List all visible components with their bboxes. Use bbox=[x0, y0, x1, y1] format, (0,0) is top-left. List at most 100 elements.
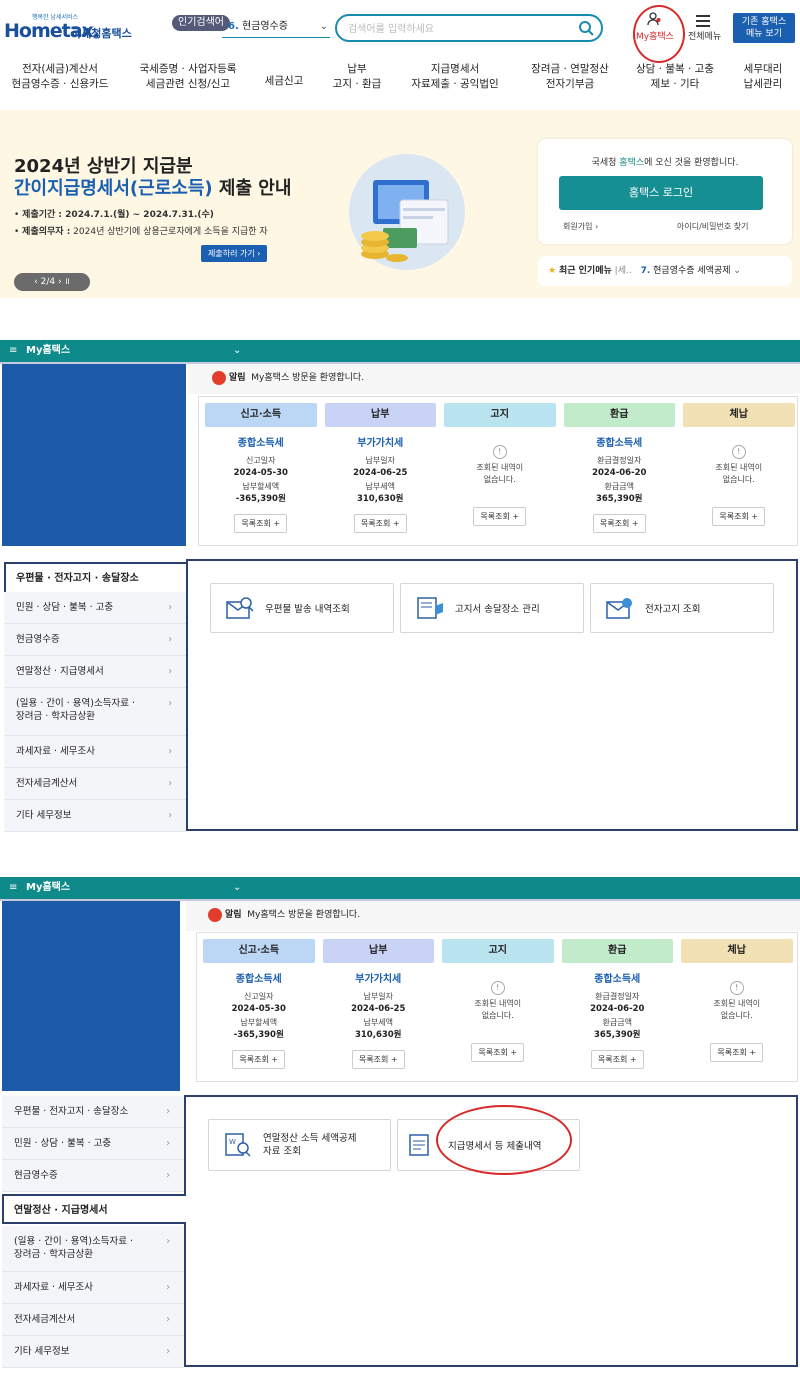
sidebar-item-label: 우편물 · 전자고지 · 송달장소 bbox=[14, 1106, 129, 1117]
my-hometax-bar[interactable]: ≡ My홈택스 ⌄ bbox=[0, 340, 800, 362]
sidebar-item-label: 연말정산 · 지급명세서 bbox=[16, 666, 104, 677]
summary-button-wrap: 목록조회 + bbox=[321, 511, 441, 533]
my-hometax-link[interactable]: My홈택스 bbox=[636, 29, 674, 42]
list-view-button[interactable]: 목록조회 + bbox=[712, 507, 766, 526]
summary-column-header: 고지 bbox=[442, 939, 554, 963]
notice-label: 알림 bbox=[229, 373, 246, 383]
nav-label-1: 지급명세서 bbox=[430, 63, 480, 75]
nav-item-incentive[interactable]: 장려금 · 연말정산 전자기부금 bbox=[522, 62, 618, 92]
popular-search-select[interactable]: 6. 현금영수증 ⌄ bbox=[222, 16, 330, 38]
nav-label-2: 제보 · 기타 bbox=[650, 78, 700, 90]
summary-button-wrap: 목록조회 + bbox=[199, 1047, 319, 1069]
list-view-button[interactable]: 목록조회 + bbox=[351, 1050, 405, 1069]
summary-date-value: 2024-06-25 bbox=[351, 1004, 406, 1014]
nav-item-tax-agent[interactable]: 세무대리 납세관리 bbox=[732, 62, 794, 92]
list-view-button[interactable]: 목록조회 + bbox=[234, 514, 288, 533]
star-icon: ★ bbox=[548, 266, 557, 276]
sidebar-active-postal[interactable]: 우편물 · 전자고지 · 송달장소 bbox=[4, 562, 186, 592]
hamburger-icon[interactable]: ≡ bbox=[9, 340, 17, 362]
banner-pager[interactable]: ‹ 2/4 › ॥ bbox=[14, 273, 90, 291]
banner-duty: • 제출의무자 : 2024년 상반기에 상용근로자에게 소득을 지급한 자 bbox=[14, 227, 268, 237]
search-icon[interactable] bbox=[578, 20, 594, 36]
hometax-login-button[interactable]: 홈택스 로그인 bbox=[559, 176, 763, 210]
recent-popular-menu[interactable]: ★ 최근 인기메뉴 |세.. 7. 현금영수증 세액공제 ⌄ bbox=[538, 256, 792, 286]
user-icon[interactable] bbox=[647, 12, 661, 26]
chevron-right-icon: › bbox=[166, 1314, 170, 1325]
summary-empty-line1: 조회된 내역이 bbox=[476, 463, 524, 472]
megaphone-icon bbox=[212, 370, 226, 385]
card-e-notice[interactable]: 전자고지 조회 bbox=[590, 583, 774, 633]
sidebar-item[interactable]: 전자세금계산서 › bbox=[4, 768, 186, 800]
sidebar-item-label: 민원 · 상담 · 불복 · 고충 bbox=[16, 602, 114, 613]
sidebar-item[interactable]: 민원 · 상담 · 불복 · 고충 › bbox=[4, 592, 186, 624]
notice-text: My홈택스 방문을 환영합니다. bbox=[247, 910, 361, 920]
list-view-button[interactable]: 목록조회 + bbox=[471, 1043, 525, 1062]
summary-amount-label: 환급금액 bbox=[604, 482, 634, 491]
nav-item-certificate[interactable]: 국세증명 · 사업자등록 세금관련 신청/신고 bbox=[133, 62, 243, 92]
nav-item-payment-statement[interactable]: 지급명세서 자료제출 · 공익법인 bbox=[405, 62, 505, 92]
summary-tax-type: 종합소득세 bbox=[594, 974, 641, 985]
list-view-button[interactable]: 목록조회 + bbox=[232, 1050, 286, 1069]
notice: 알림 My홈택스 방문을 환영합니다. bbox=[212, 370, 364, 385]
summary-amount-value: 310,630원 bbox=[354, 1030, 402, 1040]
old-hometax-menu-button[interactable]: 기존 홈택스 메뉴 보기 bbox=[733, 13, 795, 43]
nav-item-e-invoice[interactable]: 전자(세금)계산서 현금영수증 · 신용카드 bbox=[10, 62, 110, 92]
summary-column-header: 체납 bbox=[683, 403, 795, 427]
find-id-password-link[interactable]: 아이디/비밀번호 찾기 bbox=[677, 221, 748, 232]
popular-search-term: 현금영수증 bbox=[241, 21, 288, 32]
sidebar-item[interactable]: 기타 세무정보 › bbox=[2, 1336, 184, 1368]
chevron-down-icon[interactable]: ⌄ bbox=[233, 340, 241, 362]
sidebar-item[interactable]: 과세자료 · 세무조사 › bbox=[2, 1272, 184, 1304]
nav-label-2: 세금관련 신청/신고 bbox=[145, 78, 231, 90]
list-view-button[interactable]: 목록조회 + bbox=[710, 1043, 764, 1062]
sidebar-item[interactable]: 연말정산 · 지급명세서 › bbox=[4, 656, 186, 688]
chevron-down-icon[interactable]: ⌄ bbox=[233, 877, 241, 899]
blurred-profile bbox=[2, 901, 180, 1091]
sidebar-item[interactable]: 민원 · 상담 · 불복 · 고충 › bbox=[2, 1128, 184, 1160]
list-view-button[interactable]: 목록조회 + bbox=[473, 507, 527, 526]
summary-date-value: 2024-06-20 bbox=[590, 1004, 645, 1014]
sidebar-item[interactable]: 전자세금계산서 › bbox=[2, 1304, 184, 1336]
card-year-end-deduction[interactable]: W 연말정산 소득 세액공제 자료 조회 bbox=[208, 1119, 391, 1171]
nav-item-consult[interactable]: 상담 · 불복 · 고충 제보 · 기타 bbox=[630, 62, 720, 92]
list-view-button[interactable]: 목록조회 + bbox=[590, 1050, 644, 1069]
banner-title-highlight: 간이지급명세서(근로소득) bbox=[14, 178, 213, 199]
summary-button-wrap: 목록조회 + bbox=[679, 504, 799, 526]
all-menu-link[interactable]: 전체메뉴 bbox=[688, 29, 721, 42]
chevron-right-icon: › bbox=[166, 1170, 170, 1181]
my-hometax-bar[interactable]: ≡ My홈택스 ⌄ bbox=[0, 877, 800, 899]
banner-submit-button[interactable]: 제출하러 가기 › bbox=[201, 245, 268, 262]
info-icon: ! bbox=[490, 981, 505, 995]
card-delivery-address[interactable]: 고지서 송달장소 관리 bbox=[400, 583, 584, 633]
popular-search-rank: 6. bbox=[228, 21, 239, 32]
list-view-button[interactable]: 목록조회 + bbox=[353, 514, 407, 533]
summary-column-header: 신고·소득 bbox=[205, 403, 317, 427]
sidebar-item[interactable]: 과세자료 · 세무조사 › bbox=[4, 736, 186, 768]
main-nav: 전자(세금)계산서 현금영수증 · 신용카드 국세증명 · 사업자등록 세금관련 신… bbox=[0, 62, 800, 104]
recent-popular-rank: 7. bbox=[640, 266, 651, 276]
notice: 알림 My홈택스 방문을 환영합니다. bbox=[208, 907, 360, 922]
nav-item-payment[interactable]: 납부 고지 · 환급 bbox=[327, 62, 387, 92]
sidebar-item-label: 현금영수증 bbox=[14, 1170, 58, 1181]
summary-empty-line2: 없습니다. bbox=[720, 1011, 753, 1020]
banner-period-label: 제출기간 : bbox=[22, 210, 63, 220]
sidebar-item[interactable]: (일용 · 간이 · 용역)소득자료 · 장려금 · 학자금상환 › bbox=[4, 688, 186, 736]
chevron-right-icon: › bbox=[166, 1236, 170, 1247]
summary-date-value: 2024-06-20 bbox=[592, 468, 647, 478]
join-link[interactable]: 회원가입 › bbox=[563, 221, 598, 232]
nav-item-tax-report[interactable]: 세금신고 bbox=[258, 62, 310, 100]
hamburger-icon[interactable]: ≡ bbox=[9, 877, 17, 899]
document-list-icon bbox=[409, 1134, 429, 1156]
sidebar-item[interactable]: 현금영수증 › bbox=[2, 1160, 184, 1192]
sidebar-item[interactable]: (일용 · 간이 · 용역)소득자료 · 장려금 · 학자금상환 › bbox=[2, 1226, 184, 1272]
document-search-icon: W bbox=[225, 1133, 251, 1157]
sidebar-item[interactable]: 현금영수증 › bbox=[4, 624, 186, 656]
mail-question-icon bbox=[606, 598, 632, 619]
sidebar-item[interactable]: 기타 세무정보 › bbox=[4, 800, 186, 832]
hamburger-menu-icon[interactable] bbox=[696, 15, 710, 27]
card-postal-history[interactable]: 우편물 발송 내역조회 bbox=[210, 583, 394, 633]
sidebar-active-year-end[interactable]: 연말정산 · 지급명세서 bbox=[2, 1194, 186, 1224]
list-view-button[interactable]: 목록조회 + bbox=[592, 514, 646, 533]
summary-amount-value: -365,390원 bbox=[233, 1030, 284, 1040]
sidebar-item[interactable]: 우편물 · 전자고지 · 송달장소 › bbox=[2, 1096, 184, 1128]
